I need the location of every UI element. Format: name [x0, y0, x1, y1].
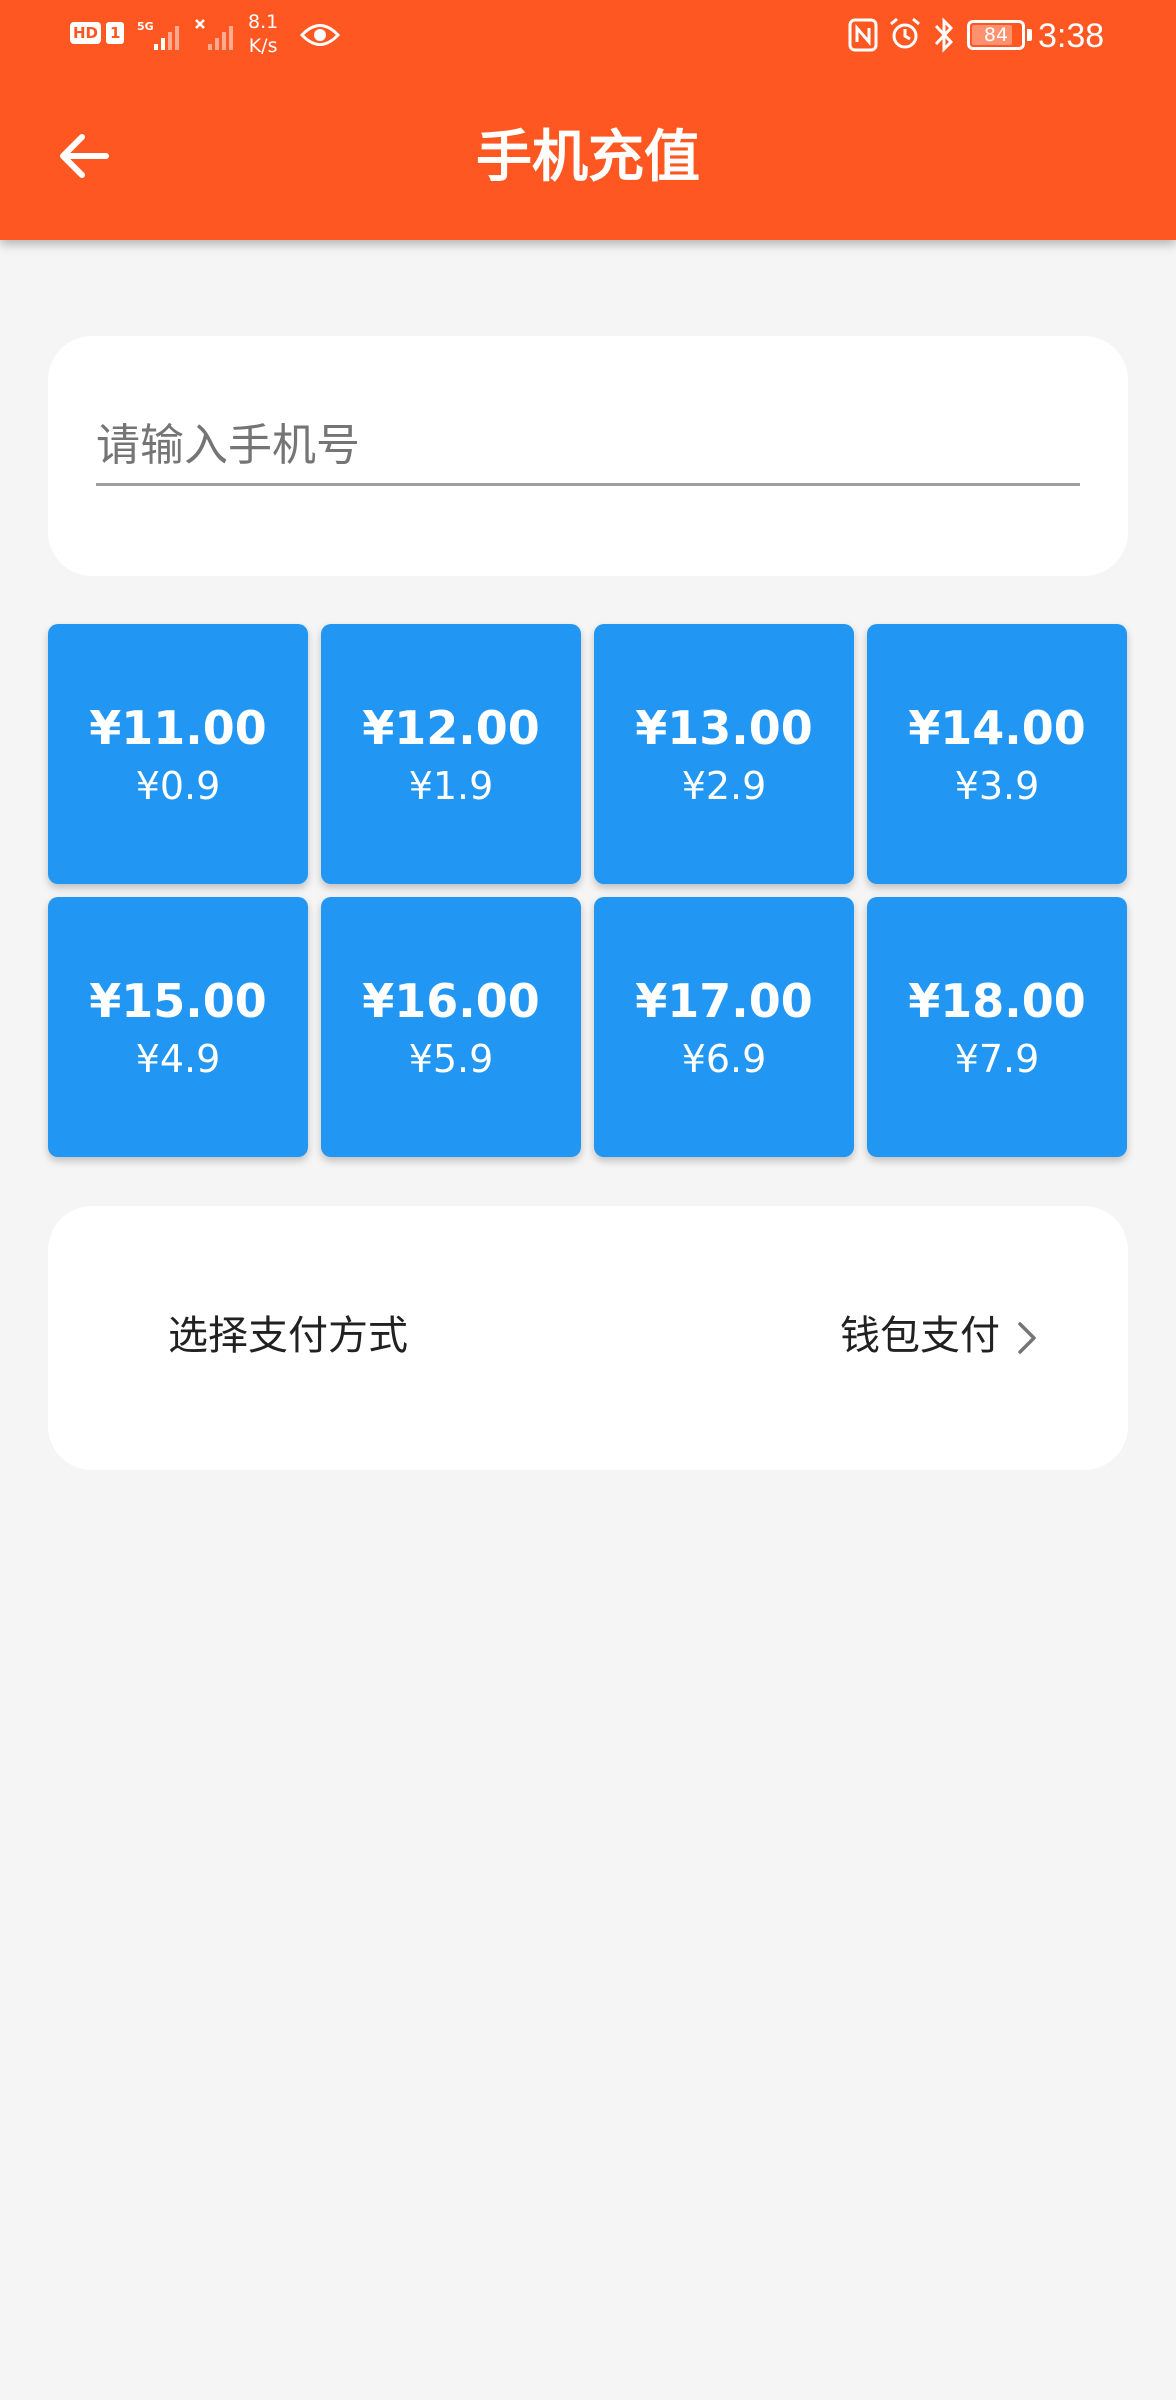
svg-text:5G: 5G	[137, 20, 154, 33]
recharge-amount: ¥11.00	[89, 701, 267, 755]
battery-level: 84	[983, 24, 1009, 46]
battery-icon: 84	[967, 20, 1032, 50]
alarm-icon	[887, 16, 923, 52]
hd-badge: HD	[70, 22, 102, 44]
sim-badge: 1	[106, 22, 125, 44]
recharge-amount: ¥16.00	[362, 974, 540, 1028]
recharge-option-tile[interactable]: ¥17.00 ¥6.9	[594, 897, 854, 1157]
recharge-price: ¥0.9	[135, 764, 221, 808]
recharge-option-tile[interactable]: ¥11.00 ¥0.9	[48, 624, 308, 884]
recharge-option-tile[interactable]: ¥18.00 ¥7.9	[867, 897, 1127, 1157]
network-speed: 8.1 K/s	[248, 11, 279, 57]
nfc-icon	[848, 18, 878, 52]
phone-number-input[interactable]	[96, 408, 1080, 486]
recharge-amount: ¥18.00	[908, 974, 1086, 1028]
recharge-option-tile[interactable]: ¥16.00 ¥5.9	[321, 897, 581, 1157]
recharge-price: ¥4.9	[135, 1037, 221, 1081]
recharge-price: ¥3.9	[954, 764, 1040, 808]
recharge-price: ¥7.9	[954, 1037, 1040, 1081]
status-bar: HD 1 5G 8.1 K/s 84 3:38	[0, 0, 1176, 72]
eye-icon	[300, 18, 340, 52]
recharge-price: ¥6.9	[681, 1037, 767, 1081]
recharge-price: ¥2.9	[681, 764, 767, 808]
recharge-amount: ¥15.00	[89, 974, 267, 1028]
recharge-amount: ¥14.00	[908, 701, 1086, 755]
recharge-options-grid: ¥11.00 ¥0.9 ¥12.00 ¥1.9 ¥13.00 ¥2.9 ¥14.00 ¥3.9…	[48, 624, 1128, 1157]
app-bar: HD 1 5G 8.1 K/s 84 3:38 手机充值	[0, 0, 1176, 240]
recharge-price: ¥5.9	[408, 1037, 494, 1081]
recharge-option-tile[interactable]: ¥15.00 ¥4.9	[48, 897, 308, 1157]
bluetooth-icon	[932, 16, 956, 54]
recharge-option-tile[interactable]: ¥12.00 ¥1.9	[321, 624, 581, 884]
payment-method-label: 选择支付方式	[168, 1313, 408, 1359]
recharge-amount: ¥17.00	[635, 974, 813, 1028]
recharge-amount: ¥13.00	[635, 701, 813, 755]
recharge-option-tile[interactable]: ¥13.00 ¥2.9	[594, 624, 854, 884]
clock: 3:38	[1038, 17, 1105, 55]
signal-no-service-icon	[194, 18, 238, 54]
payment-method-value: 钱包支付	[840, 1313, 1000, 1359]
chevron-right-icon	[1018, 1322, 1036, 1354]
recharge-price: ¥1.9	[408, 764, 494, 808]
signal-5g-icon: 5G	[136, 18, 188, 54]
recharge-option-tile[interactable]: ¥14.00 ¥3.9	[867, 624, 1127, 884]
page-title: 手机充值	[476, 125, 700, 190]
payment-method-row[interactable]: 选择支付方式 钱包支付	[48, 1206, 1128, 1470]
recharge-amount: ¥12.00	[362, 701, 540, 755]
phone-input-card	[48, 336, 1128, 576]
